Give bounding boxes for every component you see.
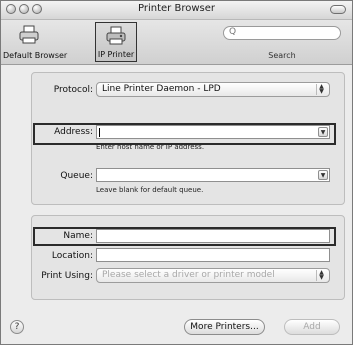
location-field[interactable] (96, 248, 330, 262)
toolbar: Default Browser IP Printer Q Search (1, 20, 352, 65)
help-icon[interactable]: ? (10, 320, 24, 334)
search-label: Search (268, 51, 296, 60)
default-browser-button[interactable]: Default Browser (3, 22, 68, 62)
combo-arrow-icon[interactable]: ▼ (318, 127, 328, 137)
window-title: Printer Browser (138, 3, 215, 14)
toolbar-toggle-icon[interactable] (330, 5, 346, 14)
print-using-value: Please select a driver or printer model (102, 270, 275, 280)
protocol-label: Protocol: (53, 85, 93, 95)
search-icon: Q (229, 27, 237, 37)
queue-field[interactable] (96, 168, 330, 182)
queue-label: Queue: (60, 171, 93, 181)
default-printer-icon (19, 25, 39, 44)
address-hint: Enter host name or IP address. (96, 143, 205, 151)
ip-printer-button[interactable]: IP Printer (95, 22, 137, 62)
print-using-label: Print Using: (41, 271, 93, 281)
title-bar: Printer Browser (1, 1, 352, 20)
protocol-popup[interactable]: Line Printer Daemon - LPD ▲ ▼ (96, 82, 330, 97)
add-button[interactable]: Add (284, 319, 340, 335)
popup-arrows-icon: ▲ ▼ (316, 84, 326, 95)
location-label: Location: (51, 251, 93, 261)
more-printers-button[interactable]: More Printers... (184, 319, 265, 335)
name-field[interactable] (96, 229, 330, 243)
popup-arrows-icon: ▲ ▼ (316, 270, 326, 281)
ip-printer-label: IP Printer (97, 50, 135, 59)
address-field[interactable] (96, 125, 330, 139)
text-caret (99, 128, 100, 137)
protocol-value: Line Printer Daemon - LPD (102, 84, 221, 94)
search-field[interactable]: Q (223, 26, 341, 40)
printer-browser-window: Printer Browser Default Browser IP Print… (0, 0, 353, 345)
name-label: Name: (63, 231, 93, 241)
print-using-popup[interactable]: Please select a driver or printer model … (96, 268, 330, 283)
combo-arrow-icon[interactable]: ▼ (318, 170, 328, 180)
address-label: Address: (54, 127, 93, 137)
default-browser-label: Default Browser (3, 51, 68, 60)
queue-hint: Leave blank for default queue. (96, 186, 204, 194)
ip-printer-icon (106, 26, 126, 45)
